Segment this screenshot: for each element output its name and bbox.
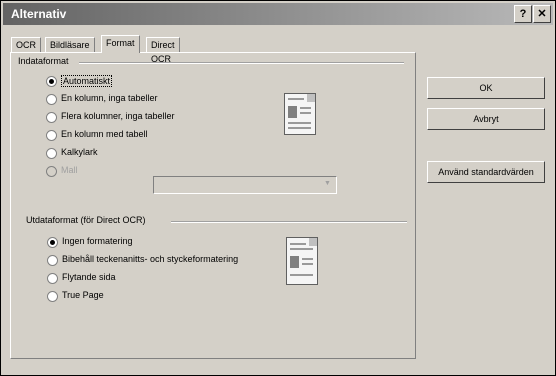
close-icon[interactable]: ✕ — [533, 5, 551, 23]
radio-label: Ingen formatering — [62, 236, 133, 246]
radio-button[interactable] — [46, 94, 57, 105]
radio-button[interactable] — [47, 255, 58, 266]
input-format-preview-icon — [284, 93, 316, 135]
output-format-label: Utdataformat (för Direct OCR) — [26, 215, 146, 225]
radio-label: Bibehåll teckenanitts- och styckeformate… — [62, 254, 239, 264]
radio-label: Flytande sida — [62, 272, 116, 282]
tab-scanner[interactable]: Bildläsare — [45, 37, 95, 52]
title-bar[interactable]: Alternativ ? ✕ — [3, 3, 553, 25]
radio-label: En kolumn med tabell — [61, 129, 148, 139]
cancel-button[interactable]: Avbryt — [427, 108, 545, 130]
template-dropdown[interactable]: ▼ — [153, 176, 337, 194]
radio-button[interactable] — [46, 148, 57, 159]
chevron-down-icon[interactable]: ▼ — [324, 180, 333, 188]
group-divider — [79, 62, 404, 64]
radio-label: Mall — [61, 165, 78, 175]
tab-direct-ocr[interactable]: Direct OCR — [146, 37, 180, 64]
output-format-preview-icon — [286, 237, 318, 285]
radio-button[interactable] — [46, 112, 57, 123]
input-format-label: Indataformat — [18, 56, 69, 66]
radio-label: En kolumn, inga tabeller — [61, 93, 158, 103]
radio-button[interactable] — [47, 237, 58, 248]
window-title: Alternativ — [11, 7, 67, 21]
radio-label: Flera kolumner, inga tabeller — [61, 111, 175, 121]
restore-defaults-button[interactable]: Använd standardvärden — [427, 161, 545, 183]
ok-button[interactable]: OK — [427, 77, 545, 99]
radio-button[interactable] — [46, 76, 57, 87]
tab-ocr[interactable]: OCR — [11, 37, 41, 52]
radio-button[interactable] — [46, 130, 57, 141]
group-divider — [171, 221, 407, 223]
tab-format[interactable]: Format — [101, 35, 140, 53]
radio-button[interactable] — [47, 273, 58, 284]
radio-label: Automatiskt — [61, 75, 113, 87]
radio-button[interactable] — [46, 166, 57, 177]
radio-button[interactable] — [47, 291, 58, 302]
help-icon[interactable]: ? — [514, 5, 532, 23]
radio-label: True Page — [62, 290, 104, 300]
radio-label: Kalkylark — [61, 147, 98, 157]
format-panel: Indataformat Automatiskt En kolumn, inga… — [10, 52, 416, 359]
options-dialog: Alternativ ? ✕ OCR Bildläsare Format Dir… — [0, 0, 556, 376]
